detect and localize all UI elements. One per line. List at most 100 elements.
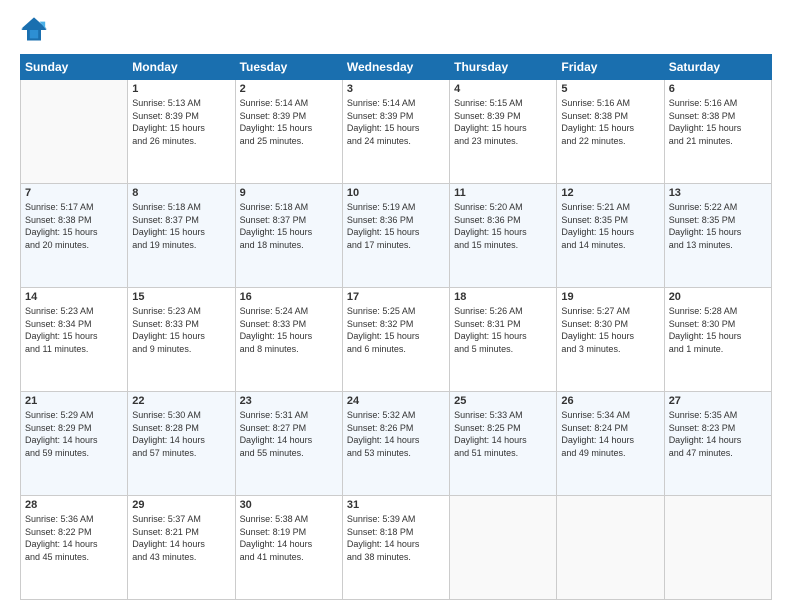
calendar-cell: 14Sunrise: 5:23 AMSunset: 8:34 PMDayligh…	[21, 288, 128, 392]
calendar-cell: 15Sunrise: 5:23 AMSunset: 8:33 PMDayligh…	[128, 288, 235, 392]
day-number: 7	[25, 187, 123, 199]
day-info: Sunrise: 5:38 AMSunset: 8:19 PMDaylight:…	[240, 513, 338, 563]
logo	[20, 16, 52, 44]
day-number: 27	[669, 395, 767, 407]
calendar-cell: 5 Sunrise: 5:16 AMSunset: 8:38 PMDaylight…	[557, 80, 664, 184]
calendar-week-2: 7 Sunrise: 5:17 AMSunset: 8:38 PMDaylight…	[21, 184, 772, 288]
day-info: Sunrise: 5:36 AMSunset: 8:22 PMDaylight:…	[25, 513, 123, 563]
day-number: 12	[561, 187, 659, 199]
day-info: Sunrise: 5:23 AMSunset: 8:34 PMDaylight:…	[25, 305, 123, 355]
calendar-cell: 6 Sunrise: 5:16 AMSunset: 8:38 PMDaylight…	[664, 80, 771, 184]
calendar-cell	[557, 496, 664, 600]
day-info: Sunrise: 5:25 AMSunset: 8:32 PMDaylight:…	[347, 305, 445, 355]
calendar-cell: 8Sunrise: 5:18 AMSunset: 8:37 PMDaylight…	[128, 184, 235, 288]
day-number: 23	[240, 395, 338, 407]
day-info: Sunrise: 5:31 AMSunset: 8:27 PMDaylight:…	[240, 409, 338, 459]
calendar-week-4: 21 Sunrise: 5:29 AMSunset: 8:29 PMDayligh…	[21, 392, 772, 496]
day-number: 29	[132, 499, 230, 511]
calendar-cell: 2Sunrise: 5:14 AMSunset: 8:39 PMDaylight…	[235, 80, 342, 184]
day-number: 22	[132, 395, 230, 407]
day-number: 1	[132, 83, 230, 95]
day-info: Sunrise: 5:30 AMSunset: 8:28 PMDaylight:…	[132, 409, 230, 459]
day-info: Sunrise: 5:27 AMSunset: 8:30 PMDaylight:…	[561, 305, 659, 355]
day-info: Sunrise: 5:18 AMSunset: 8:37 PMDaylight:…	[132, 201, 230, 251]
calendar-cell: 28 Sunrise: 5:36 AMSunset: 8:22 PMDayligh…	[21, 496, 128, 600]
calendar-cell: 27 Sunrise: 5:35 AMSunset: 8:23 PMDayligh…	[664, 392, 771, 496]
calendar-cell: 4 Sunrise: 5:15 AMSunset: 8:39 PMDaylight…	[450, 80, 557, 184]
calendar-cell: 19 Sunrise: 5:27 AMSunset: 8:30 PMDayligh…	[557, 288, 664, 392]
day-number: 13	[669, 187, 767, 199]
header-cell-thursday: Thursday	[450, 55, 557, 80]
day-number: 2	[240, 83, 338, 95]
header	[20, 16, 772, 44]
calendar-week-1: 1 Sunrise: 5:13 AMSunset: 8:39 PMDaylight…	[21, 80, 772, 184]
calendar-week-5: 28 Sunrise: 5:36 AMSunset: 8:22 PMDayligh…	[21, 496, 772, 600]
day-number: 6	[669, 83, 767, 95]
day-number: 20	[669, 291, 767, 303]
calendar-cell: 21 Sunrise: 5:29 AMSunset: 8:29 PMDayligh…	[21, 392, 128, 496]
day-number: 3	[347, 83, 445, 95]
day-number: 26	[561, 395, 659, 407]
header-cell-monday: Monday	[128, 55, 235, 80]
day-info: Sunrise: 5:14 AMSunset: 8:39 PMDaylight:…	[347, 97, 445, 147]
calendar-cell: 22 Sunrise: 5:30 AMSunset: 8:28 PMDayligh…	[128, 392, 235, 496]
day-info: Sunrise: 5:24 AMSunset: 8:33 PMDaylight:…	[240, 305, 338, 355]
calendar-cell: 13Sunrise: 5:22 AMSunset: 8:35 PMDayligh…	[664, 184, 771, 288]
calendar-cell: 1 Sunrise: 5:13 AMSunset: 8:39 PMDaylight…	[128, 80, 235, 184]
header-cell-tuesday: Tuesday	[235, 55, 342, 80]
day-number: 10	[347, 187, 445, 199]
day-info: Sunrise: 5:29 AMSunset: 8:29 PMDaylight:…	[25, 409, 123, 459]
calendar-header: SundayMondayTuesdayWednesdayThursdayFrid…	[21, 55, 772, 80]
day-number: 18	[454, 291, 552, 303]
day-info: Sunrise: 5:13 AMSunset: 8:39 PMDaylight:…	[132, 97, 230, 147]
calendar-cell: 16 Sunrise: 5:24 AMSunset: 8:33 PMDayligh…	[235, 288, 342, 392]
calendar-cell: 26 Sunrise: 5:34 AMSunset: 8:24 PMDayligh…	[557, 392, 664, 496]
day-number: 11	[454, 187, 552, 199]
calendar-cell: 20 Sunrise: 5:28 AMSunset: 8:30 PMDayligh…	[664, 288, 771, 392]
page: SundayMondayTuesdayWednesdayThursdayFrid…	[0, 0, 792, 612]
day-number: 19	[561, 291, 659, 303]
day-info: Sunrise: 5:21 AMSunset: 8:35 PMDaylight:…	[561, 201, 659, 251]
day-info: Sunrise: 5:16 AMSunset: 8:38 PMDaylight:…	[561, 97, 659, 147]
calendar-cell	[664, 496, 771, 600]
calendar-week-3: 14Sunrise: 5:23 AMSunset: 8:34 PMDayligh…	[21, 288, 772, 392]
calendar-cell: 9Sunrise: 5:18 AMSunset: 8:37 PMDaylight…	[235, 184, 342, 288]
day-number: 24	[347, 395, 445, 407]
day-info: Sunrise: 5:34 AMSunset: 8:24 PMDaylight:…	[561, 409, 659, 459]
day-number: 28	[25, 499, 123, 511]
calendar-cell: 30 Sunrise: 5:38 AMSunset: 8:19 PMDayligh…	[235, 496, 342, 600]
day-info: Sunrise: 5:15 AMSunset: 8:39 PMDaylight:…	[454, 97, 552, 147]
day-info: Sunrise: 5:16 AMSunset: 8:38 PMDaylight:…	[669, 97, 767, 147]
day-info: Sunrise: 5:32 AMSunset: 8:26 PMDaylight:…	[347, 409, 445, 459]
day-number: 21	[25, 395, 123, 407]
calendar-cell: 10Sunrise: 5:19 AMSunset: 8:36 PMDayligh…	[342, 184, 449, 288]
day-info: Sunrise: 5:28 AMSunset: 8:30 PMDaylight:…	[669, 305, 767, 355]
calendar-cell: 23 Sunrise: 5:31 AMSunset: 8:27 PMDayligh…	[235, 392, 342, 496]
day-info: Sunrise: 5:17 AMSunset: 8:38 PMDaylight:…	[25, 201, 123, 251]
logo-icon	[20, 16, 48, 44]
day-info: Sunrise: 5:37 AMSunset: 8:21 PMDaylight:…	[132, 513, 230, 563]
calendar-cell: 3 Sunrise: 5:14 AMSunset: 8:39 PMDaylight…	[342, 80, 449, 184]
day-number: 31	[347, 499, 445, 511]
calendar-cell	[21, 80, 128, 184]
day-info: Sunrise: 5:33 AMSunset: 8:25 PMDaylight:…	[454, 409, 552, 459]
day-number: 5	[561, 83, 659, 95]
calendar-cell	[450, 496, 557, 600]
day-info: Sunrise: 5:20 AMSunset: 8:36 PMDaylight:…	[454, 201, 552, 251]
header-cell-saturday: Saturday	[664, 55, 771, 80]
header-row: SundayMondayTuesdayWednesdayThursdayFrid…	[21, 55, 772, 80]
calendar-cell: 24 Sunrise: 5:32 AMSunset: 8:26 PMDayligh…	[342, 392, 449, 496]
calendar-cell: 12 Sunrise: 5:21 AMSunset: 8:35 PMDayligh…	[557, 184, 664, 288]
header-cell-wednesday: Wednesday	[342, 55, 449, 80]
calendar-table: SundayMondayTuesdayWednesdayThursdayFrid…	[20, 54, 772, 600]
day-number: 4	[454, 83, 552, 95]
day-number: 15	[132, 291, 230, 303]
day-number: 16	[240, 291, 338, 303]
day-number: 30	[240, 499, 338, 511]
calendar-body: 1 Sunrise: 5:13 AMSunset: 8:39 PMDaylight…	[21, 80, 772, 600]
day-number: 17	[347, 291, 445, 303]
header-cell-friday: Friday	[557, 55, 664, 80]
day-info: Sunrise: 5:39 AMSunset: 8:18 PMDaylight:…	[347, 513, 445, 563]
day-info: Sunrise: 5:35 AMSunset: 8:23 PMDaylight:…	[669, 409, 767, 459]
calendar-cell: 29 Sunrise: 5:37 AMSunset: 8:21 PMDayligh…	[128, 496, 235, 600]
